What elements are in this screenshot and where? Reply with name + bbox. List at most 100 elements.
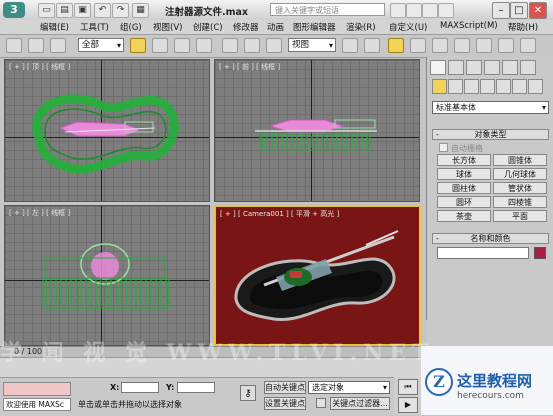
menu-modifiers[interactable]: 修改器: [233, 21, 259, 33]
checkbox-icon: [439, 143, 448, 152]
play-icon[interactable]: ▶: [398, 397, 418, 413]
viewport-front[interactable]: [ + ] [ 前 ] [ 线框 ]: [214, 59, 420, 202]
viewport-top[interactable]: [ + ] [ 顶 ] [ 线框 ]: [4, 59, 210, 202]
unlink-icon[interactable]: [28, 38, 44, 53]
select-link-icon[interactable]: [6, 38, 22, 53]
create-tab-icon[interactable]: [430, 60, 446, 75]
cylinder-button[interactable]: 圆柱体: [437, 182, 491, 194]
track-bar[interactable]: [0, 357, 421, 378]
object-name-field[interactable]: [437, 247, 529, 259]
menu-help[interactable]: 帮助(H): [508, 21, 538, 33]
key-selection-dropdown[interactable]: 选定对象: [308, 381, 390, 394]
menu-maxscript[interactable]: MAXScript(M): [440, 21, 498, 31]
maxscript-listener[interactable]: [3, 382, 71, 396]
minimize-button[interactable]: –: [492, 2, 510, 19]
name-color-rollout[interactable]: - 名称和颜色: [432, 233, 549, 244]
maxscript-mini-listener[interactable]: 欢迎使用 MAXSc: [3, 398, 71, 411]
display-tab-icon[interactable]: [502, 60, 518, 75]
maximize-button[interactable]: □: [510, 2, 528, 19]
scale-icon[interactable]: [266, 38, 282, 53]
select-manipulate-icon[interactable]: [364, 38, 380, 53]
modify-tab-icon[interactable]: [448, 60, 464, 75]
rotate-icon[interactable]: [244, 38, 260, 53]
bind-spacewarp-icon[interactable]: [50, 38, 66, 53]
auto-key-button[interactable]: 自动关键点: [264, 381, 306, 394]
object-color-swatch[interactable]: [534, 247, 546, 259]
teapot-button[interactable]: 茶壶: [437, 210, 491, 222]
menu-edit[interactable]: 编辑(E): [40, 21, 69, 33]
close-button[interactable]: ✕: [529, 2, 547, 19]
pyramid-button[interactable]: 四棱锥: [493, 196, 547, 208]
go-to-start-icon[interactable]: ⏮: [398, 379, 418, 395]
hierarchy-tab-icon[interactable]: [466, 60, 482, 75]
systems-icon[interactable]: [528, 79, 543, 94]
save-file-icon[interactable]: ▣: [74, 3, 91, 18]
menu-customize[interactable]: 自定义(U): [389, 21, 427, 33]
y-coordinate-field[interactable]: [177, 382, 215, 393]
align-icon[interactable]: [476, 38, 492, 53]
material-editor-icon[interactable]: [498, 38, 514, 53]
box-button[interactable]: 长方体: [437, 154, 491, 166]
menu-create[interactable]: 创建(C): [193, 21, 223, 33]
open-file-icon[interactable]: ▤: [56, 3, 73, 18]
infocenter-icon[interactable]: [406, 3, 422, 18]
geometry-icon[interactable]: [432, 79, 447, 94]
shapes-icon[interactable]: [448, 79, 463, 94]
sphere-button[interactable]: 球体: [437, 168, 491, 180]
status-bar: 欢迎使用 MAXSc 单击或单击并拖动以选择对象 X: Y: ⚷ 自动关键点 选…: [0, 377, 421, 416]
menu-animation[interactable]: 动画: [267, 21, 284, 33]
object-type-title: 对象类型: [474, 130, 507, 139]
star-icon[interactable]: [422, 3, 438, 18]
help-icon[interactable]: [438, 3, 454, 18]
select-object-icon[interactable]: [130, 38, 146, 53]
filter-icon[interactable]: [316, 398, 326, 408]
search-icon[interactable]: [390, 3, 406, 18]
key-filters-button[interactable]: 关键点过滤器...: [330, 397, 390, 410]
menu-graph-editors[interactable]: 图形编辑器: [293, 21, 336, 33]
object-type-rollout[interactable]: - 对象类型: [432, 129, 549, 140]
autogrid-checkbox[interactable]: 自动栅格: [439, 143, 483, 154]
undo-icon[interactable]: ↶: [94, 3, 111, 18]
prompt-line: 单击或单击并拖动以选择对象: [78, 400, 182, 409]
set-key-button[interactable]: 设置关键点: [264, 397, 306, 410]
cone-button[interactable]: 圆锥体: [493, 154, 547, 166]
render-setup-icon[interactable]: [520, 38, 536, 53]
viewport-camera[interactable]: [ + ] [ Camera001 ] [ 平滑 + 高光 ]: [214, 205, 421, 346]
search-input[interactable]: 键入关键字或短语: [270, 3, 385, 16]
snaps-toggle-icon[interactable]: [388, 38, 404, 53]
torus-button[interactable]: 圆环: [437, 196, 491, 208]
new-file-icon[interactable]: ▭: [38, 3, 55, 18]
move-icon[interactable]: [222, 38, 238, 53]
redo-icon[interactable]: ↷: [112, 3, 129, 18]
mirror-icon[interactable]: [454, 38, 470, 53]
lights-icon[interactable]: [464, 79, 479, 94]
app-logo[interactable]: 3: [3, 2, 25, 18]
rectangular-selection-icon[interactable]: [174, 38, 190, 53]
x-label: X:: [110, 383, 120, 392]
cameras-icon[interactable]: [480, 79, 495, 94]
selection-filter-dropdown[interactable]: 全部: [78, 38, 124, 52]
viewport-left[interactable]: [ + ] [ 左 ] [ 线框 ]: [4, 205, 210, 346]
menu-rendering[interactable]: 渲染(R): [346, 21, 376, 33]
project-folder-icon[interactable]: ▦: [132, 3, 149, 18]
motion-tab-icon[interactable]: [484, 60, 500, 75]
percent-snap-icon[interactable]: [432, 38, 448, 53]
angle-snap-icon[interactable]: [410, 38, 426, 53]
menu-group[interactable]: 组(G): [120, 21, 142, 33]
spacewarps-icon[interactable]: [512, 79, 527, 94]
key-icon[interactable]: ⚷: [240, 385, 256, 401]
utilities-tab-icon[interactable]: [520, 60, 536, 75]
plane-button[interactable]: 平面: [493, 210, 547, 222]
window-crossing-icon[interactable]: [196, 38, 212, 53]
tube-button[interactable]: 管状体: [493, 182, 547, 194]
helpers-icon[interactable]: [496, 79, 511, 94]
menu-views[interactable]: 视图(V): [153, 21, 182, 33]
main-toolbar: 全部 视图: [0, 35, 553, 58]
menu-tools[interactable]: 工具(T): [80, 21, 109, 33]
geosphere-button[interactable]: 几何球体: [493, 168, 547, 180]
geometry-category-dropdown[interactable]: 标准基本体: [432, 101, 549, 114]
x-coordinate-field[interactable]: [121, 382, 159, 393]
pivot-center-icon[interactable]: [342, 38, 358, 53]
reference-coordinate-dropdown[interactable]: 视图: [288, 38, 336, 52]
select-by-name-icon[interactable]: [152, 38, 168, 53]
